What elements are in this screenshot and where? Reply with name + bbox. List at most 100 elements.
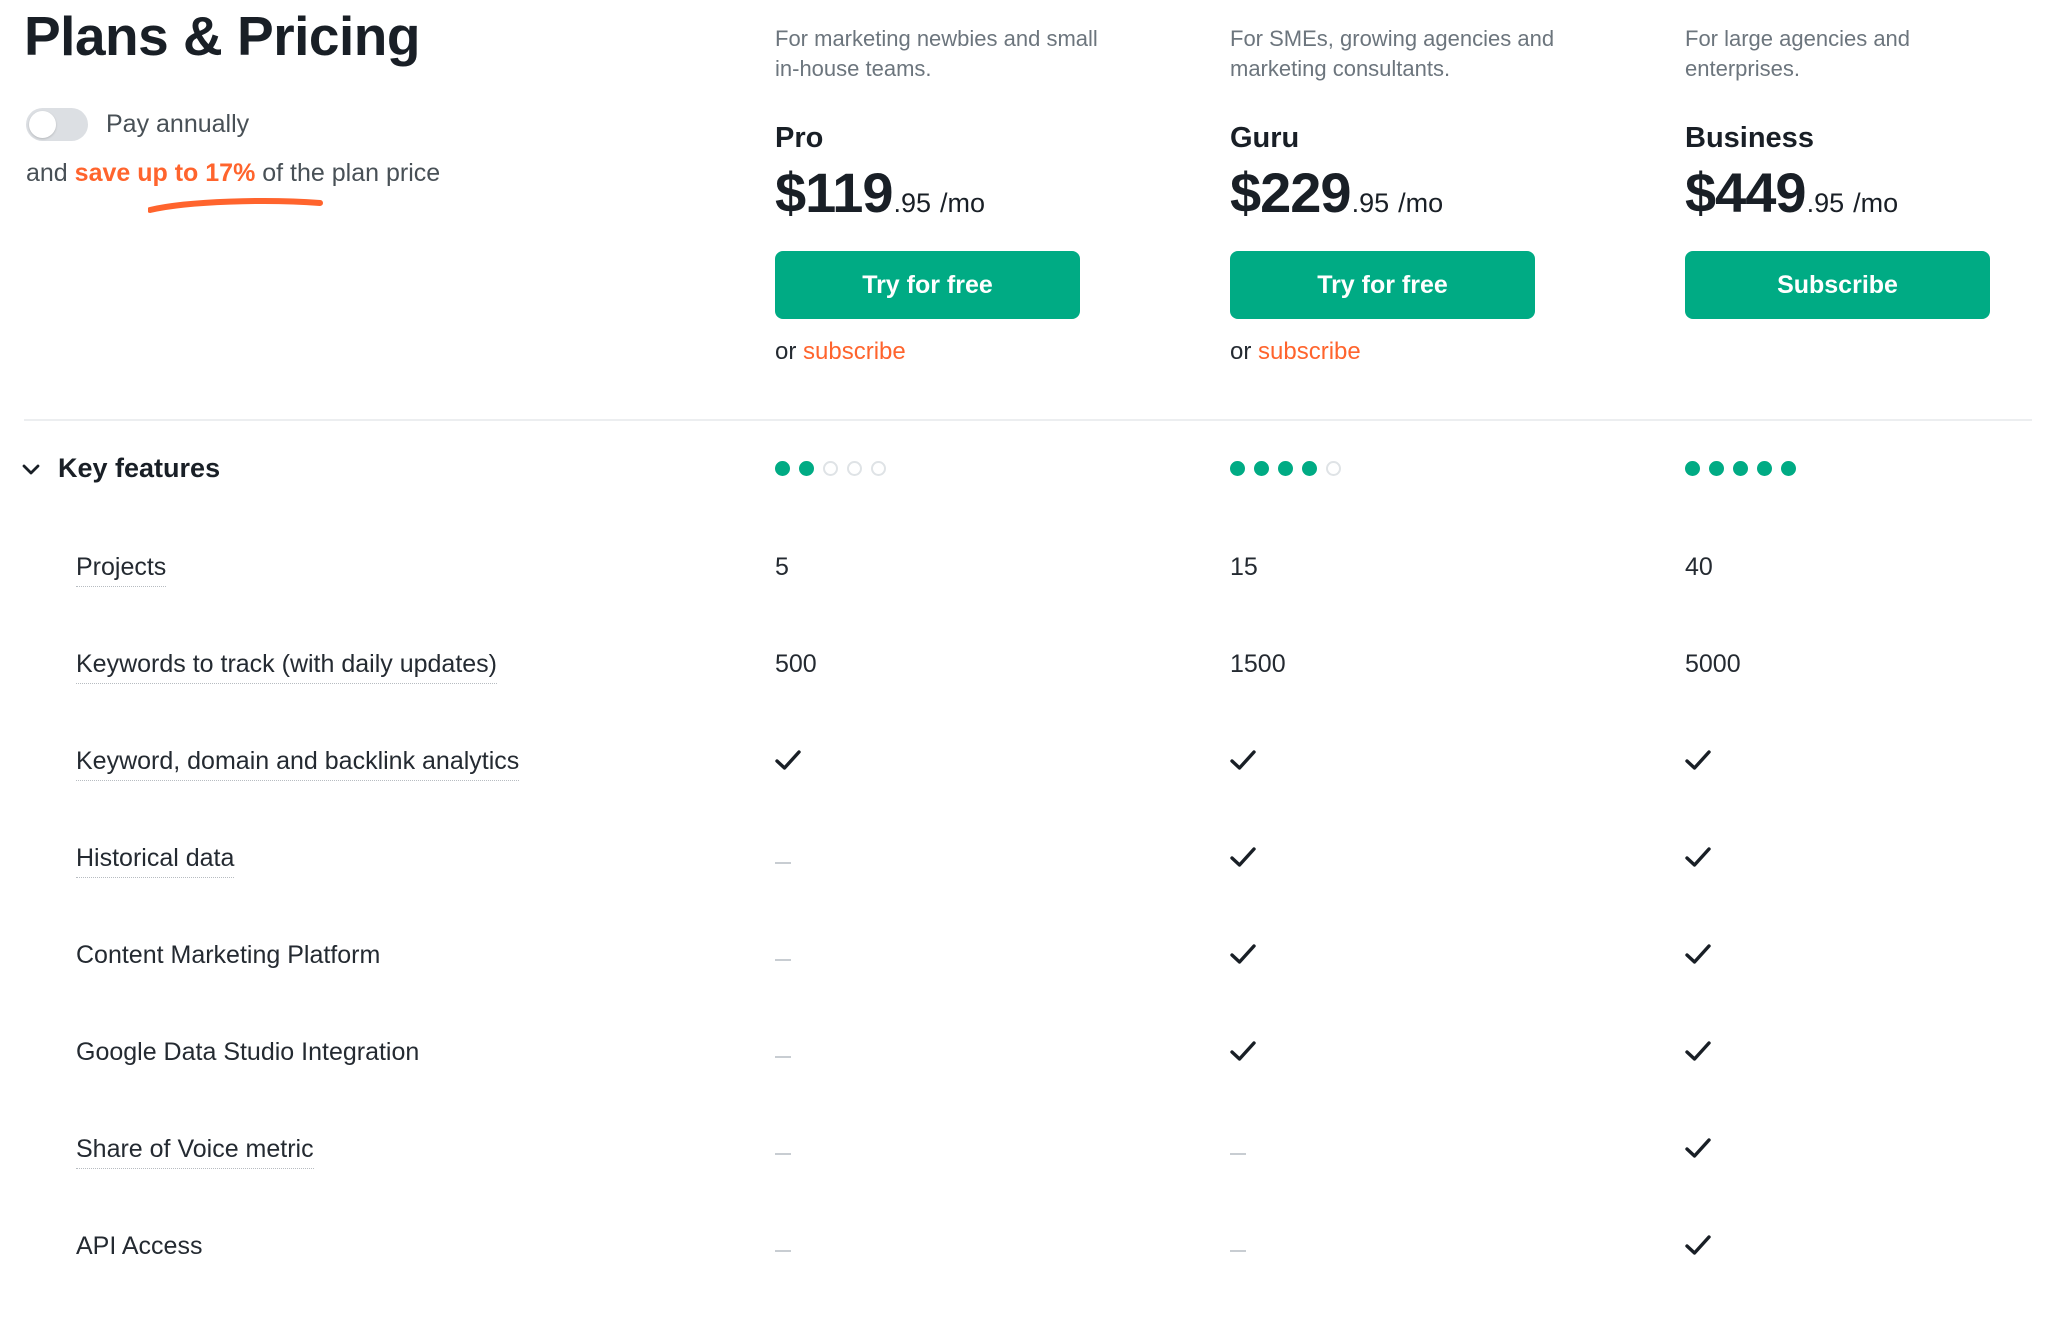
check-icon [1685, 943, 1711, 965]
feature-cell-business [1685, 943, 2048, 970]
price-period: /mo [1853, 187, 1899, 218]
check-icon [775, 749, 801, 771]
not-included-dash [775, 1056, 791, 1059]
rating-dot-filled [1781, 461, 1796, 476]
check-icon [1685, 1137, 1711, 1159]
feature-row: Keyword, domain and backlink analytics [0, 747, 2048, 846]
feature-row: Historical data [0, 844, 2048, 943]
feature-row: Google Data Studio Integration [0, 1040, 2048, 1137]
not-included-dash [775, 959, 791, 962]
feature-value: 500 [775, 650, 817, 678]
feature-cell-pro [775, 846, 1230, 871]
feature-cell-business: 5000 [1685, 652, 2048, 677]
feature-value: 5 [775, 553, 789, 581]
or-text: or [1230, 337, 1259, 365]
try-for-free-button-guru[interactable]: Try for free [1230, 250, 1535, 319]
key-features-header-row: Key features [0, 455, 2048, 482]
feature-cell-guru [1230, 749, 1685, 776]
not-included-dash [775, 1250, 791, 1253]
feature-cell-pro [775, 1040, 1230, 1065]
toggle-knob [29, 110, 56, 138]
feature-label-text[interactable]: Share of Voice metric [76, 1135, 314, 1169]
feature-label-text[interactable]: Projects [76, 553, 167, 587]
feature-label[interactable]: Projects [0, 553, 775, 587]
feature-value: 5000 [1685, 650, 1741, 678]
plan-name: Guru [1230, 121, 1300, 154]
feature-cell-pro [775, 749, 1230, 776]
or-text: or [775, 337, 804, 365]
check-icon [1685, 846, 1711, 868]
feature-cell-guru [1230, 943, 1685, 970]
feature-label[interactable]: Historical data [0, 844, 775, 878]
chevron-down-icon [20, 458, 42, 480]
plan-rating-dots-pro [775, 455, 1230, 476]
price-cents: .95 [893, 187, 932, 218]
feature-label-text: Google Data Studio Integration [76, 1038, 420, 1066]
feature-cell-pro [775, 943, 1230, 968]
billing-options: Pay annually and save up to 17% of the p… [24, 107, 775, 213]
feature-row: Projects 5 15 40 [0, 553, 2048, 652]
subscribe-link-pro[interactable]: subscribe [803, 338, 906, 365]
feature-cell-guru [1230, 1137, 1685, 1162]
feature-cell-guru [1230, 1234, 1685, 1259]
feature-label[interactable]: Share of Voice metric [0, 1135, 775, 1169]
feature-row: Share of Voice metric [0, 1135, 2048, 1234]
feature-label-text[interactable]: Keywords to track (with daily updates) [76, 650, 498, 684]
pricing-header: Plans & Pricing Pay annually and save up… [0, 0, 2048, 366]
check-icon [1685, 1234, 1711, 1256]
feature-row: Content Marketing Platform [0, 943, 2048, 1040]
check-icon [1230, 943, 1256, 965]
feature-label-text: Content Marketing Platform [76, 941, 381, 969]
feature-cell-guru [1230, 846, 1685, 873]
feature-label[interactable]: Keyword, domain and backlink analytics [0, 747, 775, 781]
feature-label: Content Marketing Platform [0, 943, 775, 968]
check-icon [1230, 749, 1256, 771]
feature-label-text[interactable]: Historical data [76, 844, 235, 878]
try-for-free-button-pro[interactable]: Try for free [775, 250, 1080, 319]
key-features-title: Key features [58, 453, 221, 483]
plan-price: $229 .95 /mo [1230, 164, 1685, 221]
feature-cell-business [1685, 1137, 2048, 1164]
price-period: /mo [1398, 187, 1444, 218]
feature-cell-pro: 500 [775, 652, 1230, 677]
not-included-dash [775, 862, 791, 865]
plan-name: Business [1685, 121, 1814, 154]
feature-label: Google Data Studio Integration [0, 1040, 775, 1065]
subscribe-button-business[interactable]: Subscribe [1685, 250, 1990, 319]
feature-cell-business [1685, 1234, 2048, 1261]
key-features-toggle[interactable]: Key features [0, 455, 775, 482]
feature-label-text: API Access [76, 1232, 203, 1260]
feature-cell-business [1685, 1040, 2048, 1067]
feature-cell-business [1685, 846, 2048, 873]
price-cents: .95 [1806, 187, 1845, 218]
feature-cell-business [1685, 749, 2048, 776]
rating-dot-empty [823, 461, 838, 476]
savings-suffix: of the plan price [255, 158, 441, 187]
feature-label-text[interactable]: Keyword, domain and backlink analytics [76, 747, 520, 781]
feature-cell-pro [775, 1137, 1230, 1162]
feature-value: 40 [1685, 553, 1713, 581]
feature-label: API Access [0, 1234, 775, 1259]
feature-value: 15 [1230, 553, 1258, 581]
feature-row: API Access [0, 1234, 2048, 1331]
or-subscribe-guru: or subscribe [1230, 338, 1685, 366]
price-amount: $119 [775, 160, 893, 224]
savings-prefix: and [26, 158, 75, 187]
subscribe-link-guru[interactable]: subscribe [1258, 338, 1361, 365]
feature-cell-business: 40 [1685, 555, 2048, 580]
feature-label[interactable]: Keywords to track (with daily updates) [0, 650, 775, 684]
rating-dot-filled [1302, 461, 1317, 476]
feature-row: Keywords to track (with daily updates) 50… [0, 650, 2048, 749]
pay-annually-toggle[interactable] [26, 107, 88, 141]
savings-note: and save up to 17% of the plan price [26, 158, 441, 213]
rating-dot-filled [1230, 461, 1245, 476]
check-icon [1685, 1040, 1711, 1062]
plan-column-business: For large agencies and enterprises. Busi… [1685, 0, 2048, 319]
check-icon [1230, 1040, 1256, 1062]
savings-underline-stroke [148, 197, 323, 213]
section-divider [24, 419, 2032, 421]
rating-dot-empty [1326, 461, 1341, 476]
plan-description: For large agencies and enterprises. [1685, 26, 1911, 81]
plan-description: For SMEs, growing agencies and marketing… [1230, 26, 1555, 81]
not-included-dash [1230, 1153, 1246, 1156]
